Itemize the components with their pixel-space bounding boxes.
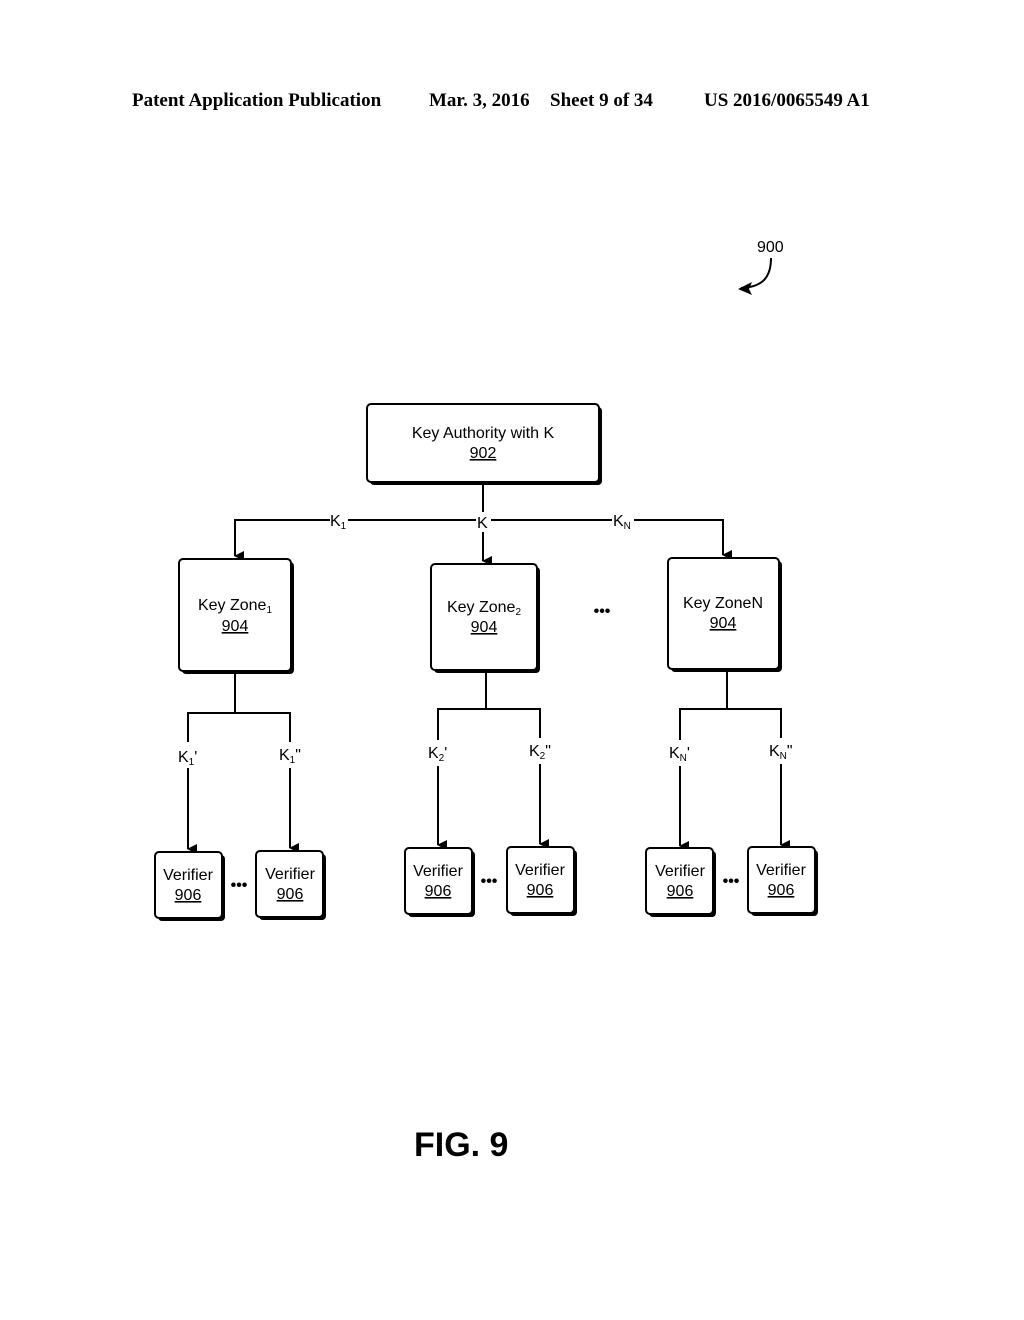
key-zone-1-label: Key Zone1 bbox=[198, 597, 272, 616]
branch-label-k1-double-prime: K1" bbox=[279, 747, 301, 766]
figure-ref-arrow bbox=[740, 257, 772, 289]
key-zone-n-ref: 904 bbox=[710, 615, 737, 632]
verifier-ellipsis: ••• bbox=[481, 873, 498, 890]
branch-label-kn-prime: KN' bbox=[669, 745, 690, 764]
trunk-label-k: K bbox=[477, 515, 488, 532]
figure-ref-number: 900 bbox=[757, 239, 784, 256]
trunk-label-k1: K1 bbox=[330, 513, 347, 532]
verifier-box: Verifier 906 bbox=[255, 850, 326, 920]
key-zone-n-label: Key ZoneN bbox=[683, 595, 763, 612]
svg-text:Verifier: Verifier bbox=[265, 866, 315, 883]
svg-text:906: 906 bbox=[425, 883, 452, 900]
key-zone-2-label: Key Zone2 bbox=[447, 599, 521, 618]
key-authority-box: Key Authority with K 902 bbox=[366, 403, 602, 485]
zone-n-branches: KN' KN" bbox=[669, 670, 793, 851]
svg-text:Verifier: Verifier bbox=[756, 862, 806, 879]
verifier-ellipsis: ••• bbox=[723, 873, 740, 890]
key-authority-ref: 902 bbox=[470, 445, 497, 462]
svg-text:906: 906 bbox=[667, 883, 694, 900]
branch-label-k2-double-prime: K2" bbox=[529, 743, 551, 762]
zone-1-branches: K1' K1" bbox=[178, 673, 301, 854]
key-authority-label: Key Authority with K bbox=[412, 425, 555, 442]
verifier-box: Verifier 906 bbox=[747, 846, 818, 916]
svg-text:Verifier: Verifier bbox=[163, 867, 213, 884]
branch-label-k1-prime: K1' bbox=[178, 749, 197, 768]
trunk-label-kn: KN bbox=[613, 513, 631, 532]
branch-label-kn-double-prime: KN" bbox=[769, 743, 793, 762]
key-zone-2-ref: 904 bbox=[471, 619, 498, 636]
figure-ref-arrowhead-icon bbox=[738, 282, 752, 295]
verifier-box: Verifier 906 bbox=[645, 847, 716, 917]
key-zone-n-box: Key ZoneN 904 bbox=[667, 557, 782, 672]
svg-text:906: 906 bbox=[768, 882, 795, 899]
diagram: 900 Key Authority with K 902 K1 K KN Key… bbox=[154, 239, 818, 921]
zones-ellipsis: ••• bbox=[594, 603, 611, 620]
svg-text:Verifier: Verifier bbox=[515, 862, 565, 879]
zone-2-branches: K2' K2" bbox=[428, 671, 551, 850]
svg-text:906: 906 bbox=[277, 886, 304, 903]
key-zone-2-box: Key Zone2 904 bbox=[430, 563, 540, 673]
verifier-box: Verifier 906 bbox=[506, 846, 577, 916]
svg-text:906: 906 bbox=[175, 887, 202, 904]
key-zone-1-box: Key Zone1 904 bbox=[178, 558, 294, 674]
verifier-box: Verifier 906 bbox=[404, 847, 475, 917]
verifier-ellipsis: ••• bbox=[231, 877, 248, 894]
svg-text:906: 906 bbox=[527, 882, 554, 899]
figure-caption: FIG. 9 bbox=[414, 1126, 509, 1164]
svg-text:Verifier: Verifier bbox=[655, 863, 705, 880]
key-zone-1-ref: 904 bbox=[222, 618, 249, 635]
verifier-box: Verifier 906 bbox=[154, 851, 225, 921]
branch-label-k2-prime: K2' bbox=[428, 745, 447, 764]
svg-text:Verifier: Verifier bbox=[413, 863, 463, 880]
